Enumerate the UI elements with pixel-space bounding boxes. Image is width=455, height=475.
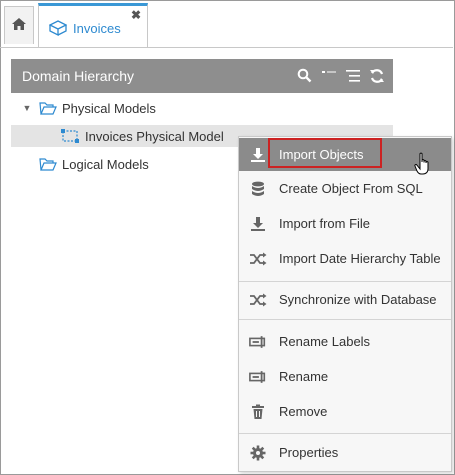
tree-item-label: Logical Models — [62, 156, 149, 172]
menu-item-label: Create Object From SQL — [279, 181, 423, 196]
menu-item-label: Synchronize with Database — [279, 292, 437, 307]
menu-item-label: Rename — [279, 369, 329, 384]
shuffle-icon — [249, 250, 267, 268]
cube-icon — [48, 20, 68, 39]
panel-title: Domain Hierarchy — [22, 68, 135, 84]
tree-item-label: Physical Models — [62, 100, 156, 116]
rename-icon — [249, 333, 267, 351]
tree-item-label: Invoices Physical Model — [85, 128, 224, 144]
menu-separator — [239, 433, 451, 434]
shuffle-icon — [249, 291, 267, 309]
menu-item-label: Import from File — [279, 216, 371, 231]
menu-separator — [239, 281, 451, 282]
gear-icon — [249, 444, 267, 462]
chevron-down-icon[interactable]: ▼ — [21, 103, 33, 113]
menu-item-label: Rename Labels — [279, 334, 371, 349]
menu-item-label: Properties — [279, 445, 339, 460]
physical-model-icon — [60, 128, 80, 144]
tab-close-icon[interactable]: ✖ — [131, 8, 141, 22]
folder-open-icon — [39, 101, 57, 115]
tree-item-physical-models[interactable]: ▼ Physical Models — [11, 97, 393, 119]
home-tab[interactable] — [4, 6, 34, 44]
panel-toolbar — [296, 67, 385, 84]
menu-item-label: Import Date Hierarchy Table — [279, 251, 441, 266]
download-icon — [249, 215, 267, 233]
folder-open-icon — [39, 157, 57, 171]
database-icon — [249, 180, 267, 198]
refresh-icon[interactable] — [368, 67, 385, 84]
download-icon — [249, 146, 267, 164]
tab-invoices[interactable]: Invoices ✖ — [38, 3, 148, 48]
menu-separator — [239, 319, 451, 320]
menu-item-rename[interactable]: Rename — [239, 360, 451, 393]
context-menu: Import Objects Create Object From SQL Im… — [238, 136, 452, 472]
trash-icon — [249, 403, 267, 421]
menu-item-synchronize-with-database[interactable]: Synchronize with Database — [239, 283, 451, 316]
panel-header: Domain Hierarchy — [11, 59, 393, 93]
menu-item-rename-labels[interactable]: Rename Labels — [239, 325, 451, 358]
tab-divider — [0, 47, 453, 48]
menu-item-import-from-file[interactable]: Import from File — [239, 207, 451, 240]
menu-item-label: Import Objects — [279, 147, 364, 162]
home-icon — [11, 17, 27, 34]
tab-label: Invoices — [73, 21, 121, 36]
rename-icon — [249, 368, 267, 386]
menu-item-import-date-hierarchy-table[interactable]: Import Date Hierarchy Table — [239, 242, 451, 275]
search-icon[interactable] — [296, 67, 313, 84]
collapse-all-icon[interactable] — [320, 67, 337, 84]
filter-list-icon[interactable] — [344, 67, 361, 84]
menu-item-label: Remove — [279, 404, 328, 419]
menu-item-properties[interactable]: Properties — [239, 436, 451, 469]
menu-item-remove[interactable]: Remove — [239, 395, 451, 428]
hand-cursor-icon — [414, 152, 434, 179]
